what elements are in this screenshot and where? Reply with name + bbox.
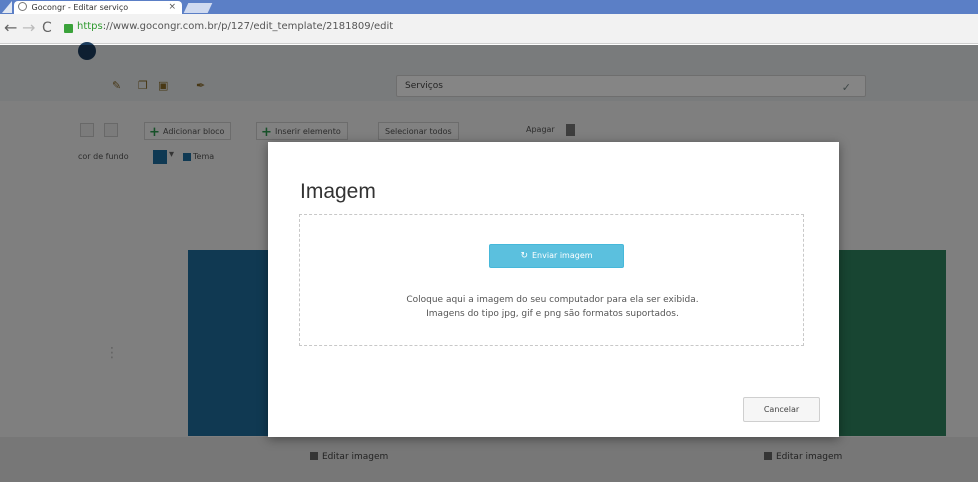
image-modal: Imagem ↻ Enviar imagem Coloque aqui a ima…: [268, 142, 839, 437]
browser-tabstrip: Gocongr - Editar serviço ×: [0, 0, 978, 14]
upload-image-button[interactable]: ↻ Enviar imagem: [489, 244, 624, 268]
tab-title: Gocongr - Editar serviço: [31, 3, 129, 12]
cancel-button[interactable]: Cancelar: [743, 397, 820, 422]
upload-icon: ↻: [520, 251, 528, 261]
tab-close-icon[interactable]: ×: [168, 1, 176, 14]
image-dropzone[interactable]: ↻ Enviar imagem Coloque aqui a imagem do …: [299, 214, 804, 346]
url-path: ://www.gocongr.com.br/p/127/edit_templat…: [102, 21, 394, 32]
dropzone-help-text: Coloque aqui a imagem do seu computador …: [320, 293, 785, 321]
dropzone-help-line-1: Coloque aqui a imagem do seu computador …: [406, 295, 699, 305]
browser-tab[interactable]: Gocongr - Editar serviço ×: [14, 1, 182, 14]
modal-title: Imagem: [300, 180, 376, 203]
upload-image-label: Enviar imagem: [532, 251, 593, 260]
dropzone-help-line-2: Imagens do tipo jpg, gif e png são forma…: [426, 309, 679, 319]
url-scheme: https: [77, 21, 103, 32]
secure-lock-icon: [64, 24, 73, 33]
tab-favicon-icon: [18, 2, 27, 11]
new-tab-button[interactable]: [183, 3, 213, 13]
address-bar: ← → C https://www.gocongr.com.br/p/127/e…: [0, 14, 978, 44]
browser-logo-icon: [2, 1, 12, 13]
reload-button[interactable]: C: [42, 19, 52, 37]
url-field[interactable]: https://www.gocongr.com.br/p/127/edit_te…: [77, 21, 393, 32]
back-button[interactable]: ←: [4, 19, 17, 37]
forward-button[interactable]: →: [22, 19, 35, 37]
